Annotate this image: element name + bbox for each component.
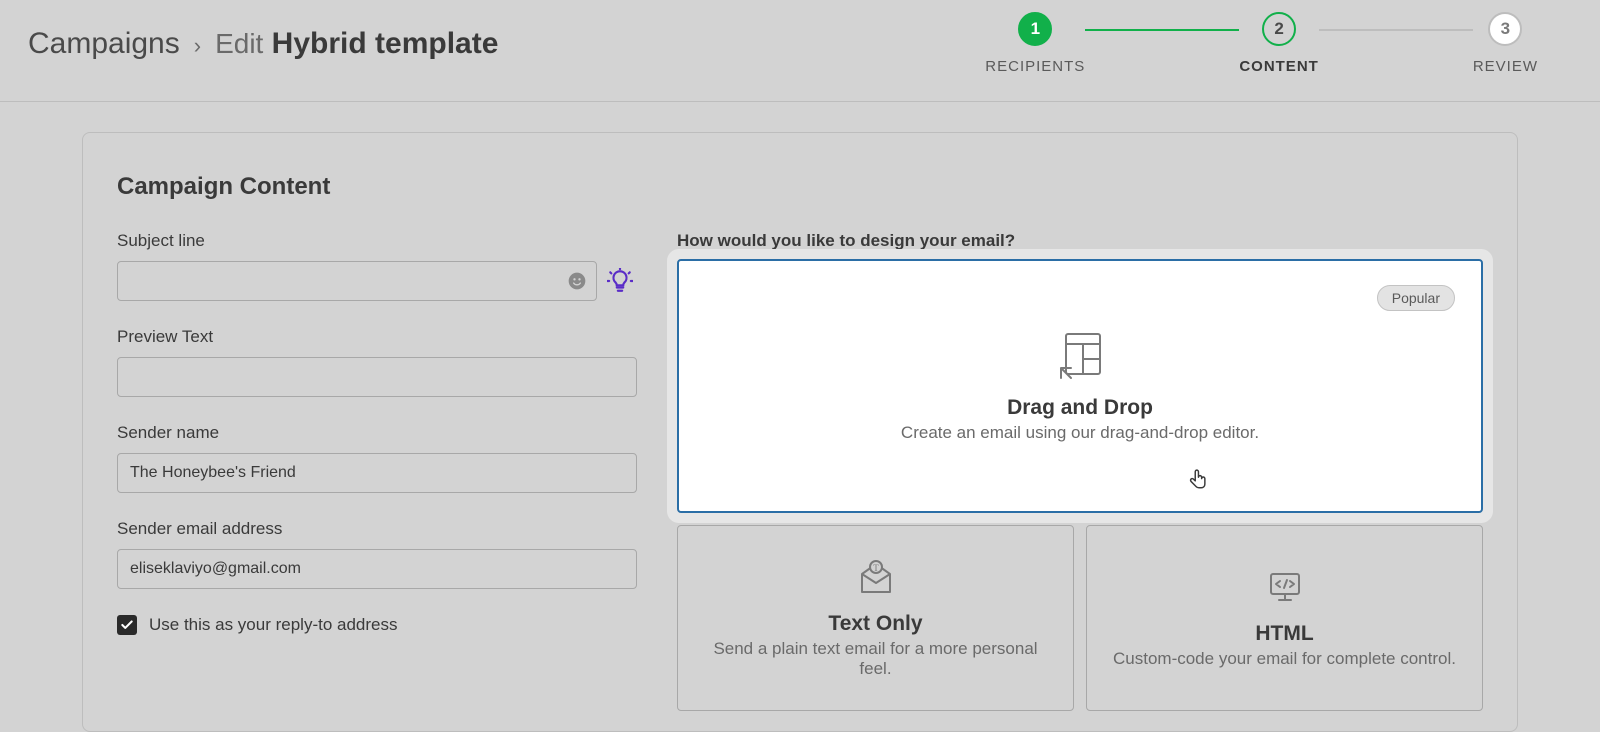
subject-line-input[interactable]: [117, 261, 597, 301]
popular-badge: Popular: [1377, 285, 1455, 311]
content-panel: Campaign Content Subject line: [82, 132, 1518, 732]
step-label: RECIPIENTS: [985, 58, 1085, 75]
sender-name-label: Sender name: [117, 423, 637, 443]
breadcrumb-action: Edit: [215, 28, 263, 59]
subject-line-label: Subject line: [117, 231, 637, 251]
design-column: How would you like to design your email?…: [677, 231, 1483, 711]
card-desc: Create an email using our drag-and-drop …: [901, 423, 1259, 443]
text-envelope-icon: T: [856, 558, 896, 598]
preview-text-group: Preview Text: [117, 327, 637, 397]
step-label: CONTENT: [1239, 58, 1319, 75]
card-desc: Send a plain text email for a more perso…: [698, 639, 1053, 679]
design-question: How would you like to design your email?: [677, 231, 1483, 251]
step-number: 2: [1262, 12, 1296, 46]
step-content[interactable]: 2 CONTENT: [1239, 12, 1319, 75]
drag-drop-icon: [1055, 330, 1105, 382]
card-title: HTML: [1255, 622, 1313, 646]
step-review[interactable]: 3 REVIEW: [1473, 12, 1538, 75]
checkbox-checked-icon[interactable]: [117, 615, 137, 635]
card-title: Text Only: [828, 612, 922, 636]
sender-email-input[interactable]: [117, 549, 637, 589]
emoji-icon[interactable]: [567, 271, 587, 291]
svg-text:T: T: [873, 563, 879, 573]
step-number: 3: [1488, 12, 1522, 46]
preview-text-label: Preview Text: [117, 327, 637, 347]
form-column: Subject line Preview Text: [117, 231, 637, 711]
design-option-html[interactable]: HTML Custom-code your email for complete…: [1086, 525, 1483, 711]
panel-title: Campaign Content: [117, 173, 1483, 201]
pointer-cursor-icon: [1187, 469, 1209, 493]
breadcrumb-root[interactable]: Campaigns: [28, 27, 180, 61]
code-monitor-icon: [1265, 568, 1305, 608]
sender-name-input[interactable]: [117, 453, 637, 493]
breadcrumb-template-name: Hybrid template: [272, 27, 499, 60]
step-number: 1: [1018, 12, 1052, 46]
breadcrumb: Campaigns › Edit Hybrid template: [28, 27, 498, 61]
reply-to-label: Use this as your reply-to address: [149, 615, 398, 635]
card-desc: Custom-code your email for complete cont…: [1113, 649, 1456, 669]
sender-name-group: Sender name: [117, 423, 637, 493]
design-option-text-only[interactable]: T Text Only Send a plain text email for …: [677, 525, 1074, 711]
header-bar: Campaigns › Edit Hybrid template 1 RECIP…: [0, 0, 1600, 102]
step-connector: [1085, 29, 1239, 31]
subject-line-group: Subject line: [117, 231, 637, 301]
step-label: REVIEW: [1473, 58, 1538, 75]
sender-email-label: Sender email address: [117, 519, 637, 539]
step-recipients[interactable]: 1 RECIPIENTS: [985, 12, 1085, 75]
design-option-drag-drop[interactable]: Popular Drag and Drop Create an email us…: [677, 259, 1483, 513]
sender-email-group: Sender email address: [117, 519, 637, 589]
progress-stepper: 1 RECIPIENTS 2 CONTENT 3 REVIEW: [985, 12, 1572, 75]
breadcrumb-separator-icon: ›: [194, 33, 201, 59]
card-title: Drag and Drop: [1007, 396, 1153, 420]
preview-text-input[interactable]: [117, 357, 637, 397]
lightbulb-icon[interactable]: [607, 268, 633, 294]
step-connector: [1319, 29, 1473, 31]
reply-to-checkbox-row[interactable]: Use this as your reply-to address: [117, 615, 637, 635]
